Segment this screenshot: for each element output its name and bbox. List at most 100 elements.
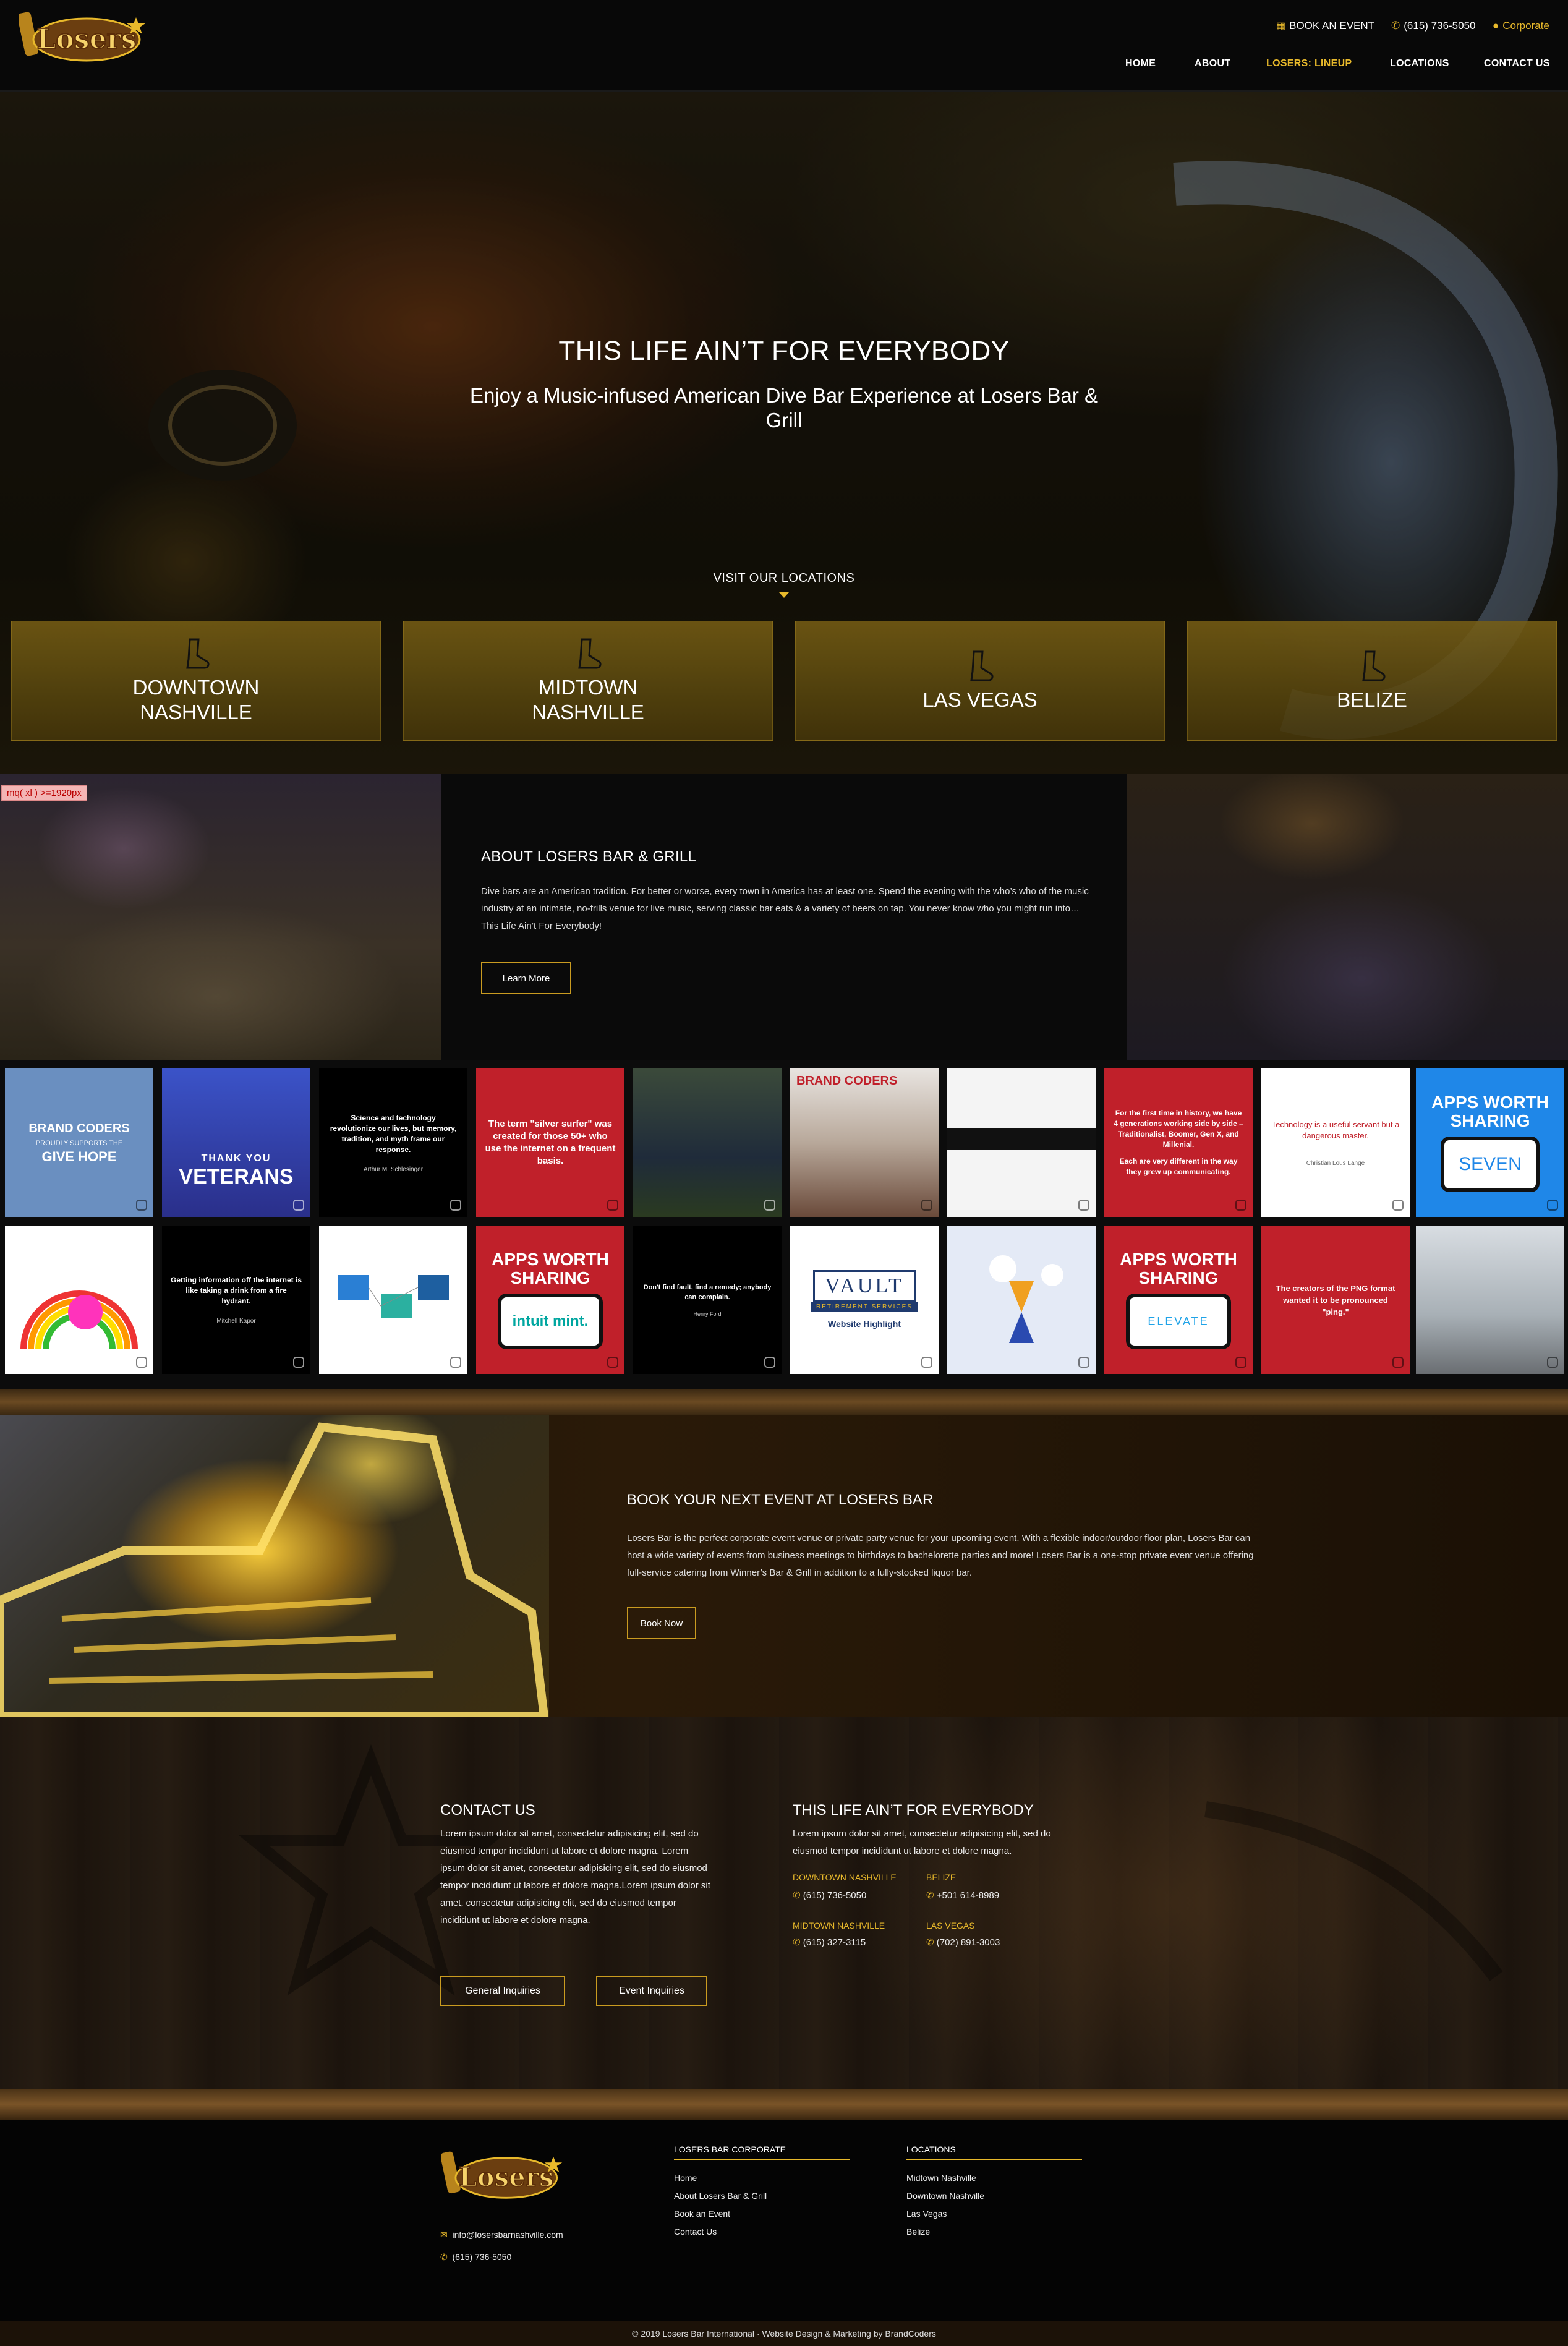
instagram-icon xyxy=(607,1357,618,1368)
book-now-button[interactable]: Book Now xyxy=(627,1607,696,1639)
losers-logo[interactable]: Losers xyxy=(19,9,148,69)
site-header: Losers ▦ BOOK AN EVENT ✆ (615) 736-5050 … xyxy=(0,0,1568,92)
social-post[interactable]: Don't find fault, find a remedy; anybody… xyxy=(633,1226,782,1374)
contact-body: Lorem ipsum dolor sit amet, consectetur … xyxy=(440,1828,710,1926)
location-card-downtown-nashville[interactable]: DOWNTOWN NASHVILLE xyxy=(11,621,381,741)
footer-logo[interactable]: Losers xyxy=(441,2147,565,2207)
phone-icon: ✆ xyxy=(793,1937,801,1948)
location-phone-belize[interactable]: ✆ +501 614-8989 xyxy=(926,1890,999,1901)
social-post-illustration[interactable] xyxy=(947,1226,1096,1374)
footer-link-contact[interactable]: Contact Us xyxy=(674,2223,767,2241)
devices-illustration xyxy=(338,1275,449,1318)
footer-link-about[interactable]: About Losers Bar & Grill xyxy=(674,2187,767,2205)
social-post[interactable]: THANK YOU VETERANS xyxy=(162,1068,310,1217)
contact-title: CONTACT US xyxy=(440,1802,535,1819)
boot-icon xyxy=(578,638,602,669)
social-post[interactable]: BRAND CODERS PROUDLY SUPPORTS THE GIVE H… xyxy=(5,1068,153,1217)
footer-phone[interactable]: ✆ (615) 736-5050 xyxy=(440,2248,511,2266)
social-post[interactable]: The creators of the PNG format wanted it… xyxy=(1261,1226,1410,1374)
post-text: Website Highlight xyxy=(828,1318,901,1329)
location-phone-midtown[interactable]: ✆ (615) 327-3115 xyxy=(793,1937,866,1948)
instagram-icon xyxy=(1547,1357,1558,1368)
location-card-las-vegas[interactable]: LAS VEGAS xyxy=(795,621,1165,741)
location-phone-las-vegas[interactable]: ✆ (702) 891-3003 xyxy=(926,1937,1000,1948)
about-title: ABOUT LOSERS BAR & GRILL xyxy=(481,848,697,865)
post-text: Mitchell Kapor xyxy=(216,1318,256,1324)
instagram-icon xyxy=(1235,1200,1246,1211)
instagram-icon xyxy=(1078,1357,1089,1368)
post-text: ELEVATE xyxy=(1126,1294,1231,1349)
footer-link-home[interactable]: Home xyxy=(674,2169,767,2187)
book-body: Losers Bar is the perfect corporate even… xyxy=(627,1533,1254,1578)
footer-corporate-heading: LOSERS BAR CORPORATE xyxy=(674,2144,850,2160)
caret-down-icon xyxy=(779,592,789,598)
location-name-midtown: MIDTOWN NASHVILLE xyxy=(793,1921,885,1930)
nav-contact[interactable]: CONTACT US xyxy=(1484,58,1550,69)
location-card-belize[interactable]: BELIZE xyxy=(1187,621,1557,741)
social-post[interactable]: VAULT RETIREMENT SERVICES Website Highli… xyxy=(790,1226,939,1374)
footer-link-belize[interactable]: Belize xyxy=(906,2223,984,2241)
header-phone-link[interactable]: ✆ (615) 736-5050 xyxy=(1391,20,1476,32)
post-text: Each are very different in the way they … xyxy=(1119,1157,1238,1176)
footer-link-las-vegas[interactable]: Las Vegas xyxy=(906,2205,984,2223)
neon-boot-graphic xyxy=(0,1422,549,1721)
social-post-diagram[interactable] xyxy=(319,1226,467,1374)
instagram-icon xyxy=(450,1200,461,1211)
social-post[interactable]: The term "silver surfer" was created for… xyxy=(476,1068,624,1217)
post-text: GIVE HOPE xyxy=(41,1149,117,1164)
contact-right-title: THIS LIFE AIN’T FOR EVERYBODY xyxy=(793,1802,1034,1819)
social-post-photo[interactable]: BRAND CODERS xyxy=(790,1068,939,1217)
boot-icon xyxy=(970,650,994,681)
social-post[interactable]: APPS WORTH SHARING ELEVATE xyxy=(1104,1226,1253,1374)
post-text: APPS WORTH SHARING xyxy=(1120,1250,1237,1287)
post-text: Christian Lous Lange xyxy=(1306,1159,1365,1167)
event-inquiries-button[interactable]: Event Inquiries xyxy=(596,1976,707,2006)
footer-email[interactable]: ✉ info@losersbarnashville.com xyxy=(440,2226,563,2244)
neon-boot-photo xyxy=(0,1415,549,1721)
location-card-midtown-nashville[interactable]: MIDTOWN NASHVILLE xyxy=(403,621,773,741)
social-post[interactable]: Technology is a useful servant but a dan… xyxy=(1261,1068,1410,1217)
instagram-icon xyxy=(136,1357,147,1368)
about-body: Dive bars are an American tradition. For… xyxy=(481,886,1089,931)
debug-breakpoint-badge: mq( xl ) >=1920px xyxy=(1,785,87,801)
footer-corporate-links: Home About Losers Bar & Grill Book an Ev… xyxy=(674,2169,767,2241)
social-post[interactable]: Getting information off the internet is … xyxy=(162,1226,310,1374)
learn-more-button[interactable]: Learn More xyxy=(481,962,571,994)
post-text: BRAND CODERS xyxy=(28,1122,130,1135)
location-name-las-vegas: LAS VEGAS xyxy=(926,1921,975,1930)
contact-section: CONTACT US Lorem ipsum dolor sit amet, c… xyxy=(0,1717,1568,2089)
corporate-label: Corporate xyxy=(1502,20,1549,32)
social-post[interactable]: APPS WORTH SHARING SEVEN xyxy=(1416,1068,1564,1217)
post-text: APPS WORTH SHARING xyxy=(1431,1093,1549,1130)
social-post[interactable]: Science and technology revolutionize our… xyxy=(319,1068,467,1217)
calendar-icon: ▦ xyxy=(1276,21,1286,32)
nav-about[interactable]: ABOUT xyxy=(1195,58,1230,69)
nav-lineup[interactable]: LOSERS: LINEUP xyxy=(1266,58,1352,69)
social-post[interactable]: For the first time in history, we have 4… xyxy=(1104,1068,1253,1217)
copyright-bar: © 2019 Losers Bar International · Websit… xyxy=(0,2321,1568,2346)
post-text: Technology is a useful servant but a dan… xyxy=(1271,1119,1400,1140)
social-post[interactable]: APPS WORTH SHARING intuit mint. xyxy=(476,1226,624,1374)
book-event-link[interactable]: ▦ BOOK AN EVENT xyxy=(1276,20,1374,32)
social-post-illustration[interactable] xyxy=(5,1226,153,1374)
footer-link-midtown[interactable]: Midtown Nashville xyxy=(906,2169,984,2187)
book-event-label: BOOK AN EVENT xyxy=(1289,20,1375,32)
footer-link-book[interactable]: Book an Event xyxy=(674,2205,767,2223)
general-inquiries-button[interactable]: General Inquiries xyxy=(440,1976,565,2006)
post-text: RETIREMENT SERVICES xyxy=(811,1302,918,1312)
corporate-link[interactable]: ● Corporate xyxy=(1493,20,1549,32)
location-phone-downtown[interactable]: ✆ (615) 736-5050 xyxy=(793,1890,866,1901)
post-text: The term "silver surfer" was created for… xyxy=(485,1119,616,1166)
nav-locations[interactable]: LOCATIONS xyxy=(1390,58,1449,69)
nav-home[interactable]: HOME xyxy=(1125,58,1156,69)
footer-link-downtown[interactable]: Downtown Nashville xyxy=(906,2187,984,2205)
wood-divider xyxy=(0,1389,1568,1415)
post-text: Henry Ford xyxy=(693,1311,722,1317)
rainbow-illustration xyxy=(20,1290,138,1350)
social-post-website[interactable] xyxy=(947,1068,1096,1217)
social-post-photo[interactable] xyxy=(633,1068,782,1217)
post-text: Don't find fault, find a remedy; anybody… xyxy=(643,1284,772,1301)
location-pin-icon: ● xyxy=(1493,20,1499,32)
social-post-photo[interactable] xyxy=(1416,1226,1564,1374)
location-card-label: LAS VEGAS xyxy=(922,688,1038,711)
